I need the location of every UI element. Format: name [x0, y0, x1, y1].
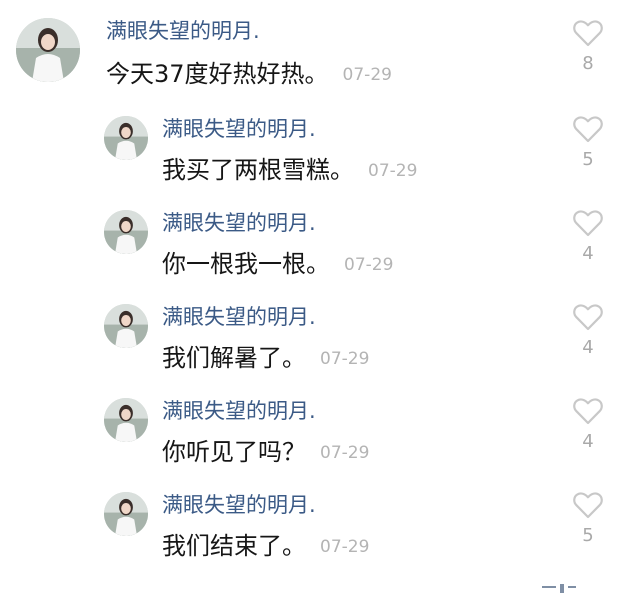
like-count: 8 — [582, 53, 594, 74]
avatar-photo-icon — [104, 116, 148, 160]
comment-author[interactable]: 满眼失望的明月. — [162, 116, 316, 142]
avatar[interactable] — [16, 18, 80, 82]
comment-item: 满眼失望的明月. 今天37度好热好热。 07-29 8 — [0, 0, 640, 100]
reply-item: 满眼失望的明月. 我们解暑了。 07-29 4 — [0, 302, 640, 396]
comment-time: 07-29 — [320, 349, 370, 369]
like-count: 4 — [582, 431, 594, 452]
avatar[interactable] — [104, 210, 148, 254]
comment-text: 我们解暑了。 — [162, 344, 306, 372]
like-button[interactable]: 4 — [568, 304, 608, 359]
avatar-photo-icon — [16, 18, 80, 82]
like-button[interactable]: 4 — [568, 398, 608, 453]
reply-item: 满眼失望的明月. 我们结束了。 07-29 5 — [0, 490, 640, 584]
comment-text: 我们结束了。 — [162, 532, 306, 560]
comment-text: 我买了两根雪糕。 — [162, 156, 354, 184]
heart-outline-icon — [573, 398, 603, 425]
avatar[interactable] — [104, 116, 148, 160]
comment-author[interactable]: 满眼失望的明月. — [162, 304, 316, 330]
like-button[interactable]: 4 — [568, 210, 608, 265]
comment-author[interactable]: 满眼失望的明月. — [162, 398, 316, 424]
comment-time: 07-29 — [320, 443, 370, 463]
avatar-photo-icon — [104, 210, 148, 254]
like-button[interactable]: 8 — [568, 20, 608, 75]
avatar-photo-icon — [104, 398, 148, 442]
avatar[interactable] — [104, 492, 148, 536]
reply-item: 满眼失望的明月. 你听见了吗？ 07-29 4 — [0, 396, 640, 490]
avatar[interactable] — [104, 398, 148, 442]
avatar[interactable] — [104, 304, 148, 348]
comment-text: 今天37度好热好热。 — [106, 60, 329, 88]
like-count: 4 — [582, 243, 594, 264]
like-count: 4 — [582, 337, 594, 358]
comment-author[interactable]: 满眼失望的明月. — [162, 492, 316, 518]
reply-item: 满眼失望的明月. 你一根我一根。 07-29 4 — [0, 208, 640, 302]
like-count: 5 — [582, 149, 594, 170]
heart-outline-icon — [573, 492, 603, 519]
comment-time: 07-29 — [368, 161, 418, 181]
like-button[interactable]: 5 — [568, 492, 608, 547]
comment-time: 07-29 — [344, 255, 394, 275]
comment-time: 07-29 — [320, 537, 370, 557]
like-count: 5 — [582, 525, 594, 546]
comment-time: 07-29 — [342, 65, 392, 85]
heart-outline-icon — [573, 304, 603, 331]
comment-author[interactable]: 满眼失望的明月. — [162, 210, 316, 236]
avatar-photo-icon — [104, 492, 148, 536]
heart-outline-icon — [573, 20, 603, 47]
comment-text: 你一根我一根。 — [162, 250, 330, 278]
heart-outline-icon — [573, 116, 603, 143]
heart-outline-icon — [573, 210, 603, 237]
comment-author[interactable]: 满眼失望的明月. — [106, 18, 260, 44]
avatar-photo-icon — [104, 304, 148, 348]
reply-item: 满眼失望的明月. 我买了两根雪糕。 07-29 5 — [0, 114, 640, 208]
like-button[interactable]: 5 — [568, 116, 608, 171]
comment-text: 你听见了吗？ — [162, 438, 306, 466]
